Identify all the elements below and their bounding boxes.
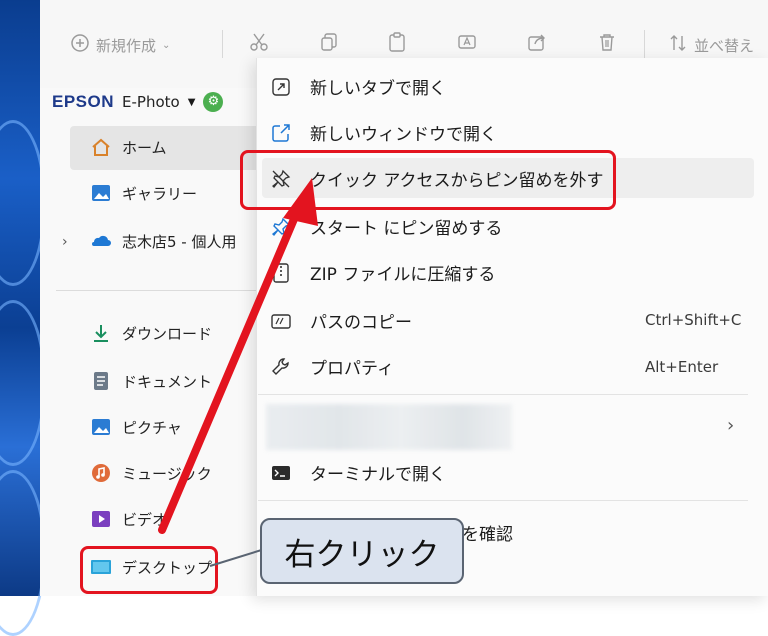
menu-item-label: スタート にピン留めする [310, 219, 503, 239]
sidebar-item-label: ドキュメント [122, 372, 213, 391]
music-icon [90, 462, 112, 484]
sidebar-item-label: ピクチャ [122, 418, 182, 437]
rename-icon[interactable] [456, 31, 478, 53]
menu-item-label: パスのコピー [310, 313, 412, 333]
sidebar-item-label: ホーム [122, 138, 167, 157]
pin-icon [270, 216, 292, 238]
document-icon [90, 370, 112, 392]
sidebar-item-documents[interactable]: ドキュメント [90, 370, 212, 392]
toolbar-divider [644, 30, 645, 58]
caret-down-icon: ▼ [187, 96, 196, 108]
share-icon[interactable] [526, 31, 548, 53]
terminal-icon [270, 462, 292, 484]
highlight-box-unpin [240, 150, 616, 210]
chevron-right-icon: › [727, 415, 735, 436]
cut-icon[interactable] [248, 31, 270, 53]
open-in-new-window-icon [270, 122, 292, 144]
new-button-label: 新規作成 [96, 36, 157, 55]
menu-item-label: ターミナルで開く [310, 465, 446, 485]
sidebar-item-label: ビデオ [122, 510, 168, 529]
menu-item-label: 新しいタブで開く [310, 79, 446, 99]
menu-separator [258, 394, 748, 395]
new-button[interactable]: 新規作成 ⌄ [70, 33, 170, 57]
toolbar-divider [222, 30, 223, 58]
sidebar-item-label: ミュージック [122, 464, 212, 483]
highlight-box-desktop [80, 546, 218, 594]
sidebar-item-music[interactable]: ミュージック [90, 462, 212, 484]
menu-item-label: ZIP ファイルに圧縮する [310, 265, 496, 285]
menu-item-properties[interactable]: プロパティ [270, 354, 394, 379]
download-icon [90, 322, 112, 344]
shortcut-properties: Alt+Enter [645, 358, 719, 376]
sidebar-item-label: ダウンロード [122, 324, 213, 343]
sidebar-item-gallery[interactable]: ギャラリー [90, 182, 197, 204]
sidebar-item-pictures[interactable]: ピクチャ [90, 416, 182, 438]
menu-separator [258, 500, 748, 501]
gallery-icon [90, 182, 112, 204]
sort-arrows-icon [668, 33, 688, 57]
properties-wrench-icon [270, 356, 292, 378]
shortcut-copy-path: Ctrl+Shift+C [645, 311, 742, 329]
chevron-down-icon: ⌄ [162, 39, 171, 51]
video-icon [90, 508, 112, 530]
status-circle-icon: ⚙ [203, 92, 224, 112]
menu-item-label: を確認 [462, 525, 513, 545]
epson-logo: EPSON [52, 92, 115, 111]
sidebar-item-onedrive[interactable]: 志木店5 - 個人用 [90, 230, 237, 252]
menu-item-open-new-tab[interactable]: 新しいタブで開く [270, 74, 446, 99]
pictures-icon [90, 416, 112, 438]
menu-item-open-terminal[interactable]: ターミナルで開く [270, 460, 446, 485]
copy-path-icon [270, 310, 292, 332]
copy-icon[interactable] [318, 31, 340, 53]
sidebar-item-label: ギャラリー [122, 184, 198, 203]
plus-circle-icon [70, 33, 90, 57]
menu-item-label: プロパティ [310, 359, 394, 379]
menu-item-label: 新しいウィンドウで開く [310, 125, 497, 145]
sidebar-item-downloads[interactable]: ダウンロード [90, 322, 212, 344]
blurred-menu-item[interactable] [266, 404, 512, 450]
menu-item-open-new-window[interactable]: 新しいウィンドウで開く [270, 120, 497, 145]
delete-icon[interactable] [596, 31, 618, 53]
home-icon [90, 136, 112, 158]
zip-icon [270, 262, 292, 284]
open-in-new-tab-icon [270, 76, 292, 98]
sort-button-label: 並べ替え [694, 36, 755, 55]
menu-item-pin-to-start[interactable]: スタート にピン留めする [270, 214, 502, 239]
chevron-right-icon[interactable]: › [62, 234, 68, 250]
onedrive-cloud-icon [90, 230, 112, 252]
paste-icon[interactable] [386, 31, 408, 53]
desktop-wallpaper [0, 0, 46, 636]
menu-item-partial[interactable]: を確認 [462, 520, 513, 545]
menu-item-compress-zip[interactable]: ZIP ファイルに圧縮する [270, 260, 495, 285]
sidebar-item-label: 志木店5 - 個人用 [122, 232, 237, 251]
sort-button[interactable]: 並べ替え [668, 33, 754, 57]
sidebar-item-home[interactable]: ホーム [90, 136, 167, 158]
sidebar-item-videos[interactable]: ビデオ [90, 508, 167, 530]
account-name: E-Photo [122, 93, 180, 111]
account-switcher[interactable]: EPSON E-Photo ▼ ⚙ [52, 92, 224, 112]
sidebar-divider [56, 290, 256, 291]
menu-item-copy-path[interactable]: パスのコピー [270, 308, 412, 333]
callout-right-click: 右クリック [260, 518, 464, 584]
